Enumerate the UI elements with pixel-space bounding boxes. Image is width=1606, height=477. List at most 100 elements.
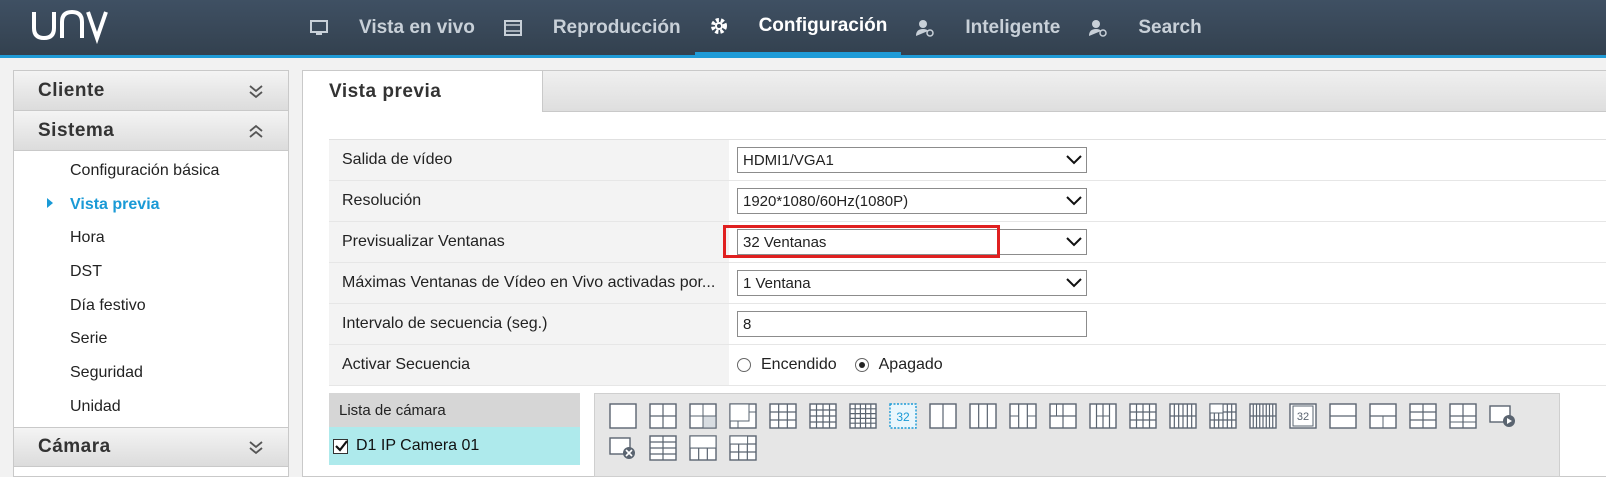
layout-3v-button[interactable] <box>963 400 1003 432</box>
double-chevron-up-icon <box>249 124 263 138</box>
layout-2x3-icon <box>1449 403 1477 429</box>
item-label: Configuración básica <box>70 161 220 179</box>
intervalo-secuencia-input[interactable] <box>737 311 1087 337</box>
layout-1-button[interactable] <box>603 400 643 432</box>
tab-vista-previa[interactable]: Vista previa <box>303 71 543 112</box>
layout-32-button[interactable]: 32 <box>883 400 923 432</box>
sidebar-section-camara[interactable]: Cámara <box>14 426 288 467</box>
sidebar-section-sistema[interactable]: Sistema <box>14 111 288 151</box>
encendido-radio[interactable]: Encendido <box>737 356 837 374</box>
layout-5v-button[interactable] <box>1163 400 1203 432</box>
nav-label: Configuración <box>758 15 888 36</box>
resolucion-select[interactable]: 1920*1080/60Hz(1080P) <box>737 188 1087 214</box>
layout-2p4-button[interactable] <box>1043 400 1083 432</box>
item-label: Hora <box>70 229 105 247</box>
sidebar-item-dia-festivo[interactable]: Día festivo <box>14 289 288 323</box>
sidebar-item-vista-previa[interactable]: Vista previa <box>14 188 288 222</box>
chevron-down-icon <box>1066 196 1082 206</box>
sequence-play-button[interactable] <box>1483 400 1523 432</box>
layout-1p4-icon <box>1009 403 1037 429</box>
section-label: Sistema <box>38 119 115 141</box>
section-label: Cliente <box>38 79 105 101</box>
layout-1p4-button[interactable] <box>1003 400 1043 432</box>
sequence-stop-button[interactable] <box>603 432 643 464</box>
layout-8-button[interactable] <box>723 400 763 432</box>
nav-label: Reproducción <box>552 16 681 38</box>
item-label: DST <box>70 262 102 280</box>
nav-inteligente[interactable]: Inteligente <box>901 0 1074 55</box>
sequence-stop-icon <box>609 437 635 459</box>
row-previsualizar-ventanas: Previsualizar Ventanas 32 Ventanas <box>329 222 1606 263</box>
layout-mixed-button[interactable] <box>1203 400 1243 432</box>
row-activar-secuencia: Activar Secuencia Encendido Apagado <box>329 345 1606 386</box>
sidebar-item-hora[interactable]: Hora <box>14 221 288 255</box>
layout-36-button[interactable] <box>1243 400 1283 432</box>
nav-reproduccion[interactable]: Reproducción <box>489 0 695 55</box>
layout-16-button[interactable] <box>803 400 843 432</box>
preview-settings-form: Salida de vídeo HDMI1/VGA1 Resolución 19… <box>329 139 1606 386</box>
layout-9-button[interactable] <box>763 400 803 432</box>
layout-pip-icon: 32 <box>1289 403 1317 429</box>
layout-6-icon <box>689 403 717 429</box>
layout-3h-button[interactable] <box>643 432 683 464</box>
layout-25-button[interactable] <box>843 400 883 432</box>
item-label: Día festivo <box>70 296 146 314</box>
layout-6r-icon <box>729 435 757 461</box>
double-chevron-down-icon <box>249 440 263 454</box>
sidebar-item-serie[interactable]: Serie <box>14 322 288 356</box>
item-label: Serie <box>70 330 108 348</box>
nav-configuracion[interactable]: Configuración <box>694 0 902 55</box>
layout-1p3-button[interactable] <box>683 432 723 464</box>
sidebar-item-configuracion-basica[interactable]: Configuración básica <box>14 154 288 188</box>
brand-logo <box>30 6 110 56</box>
layout-4-button[interactable] <box>643 400 683 432</box>
maximas-ventanas-select[interactable]: 1 Ventana <box>737 270 1087 296</box>
layout-2v-button[interactable] <box>923 400 963 432</box>
layout-2v-icon <box>929 403 957 429</box>
nav-vista-en-vivo[interactable]: Vista en vivo <box>295 0 489 55</box>
item-label: Unidad <box>70 397 121 415</box>
active-marker-icon <box>47 197 53 208</box>
layout-2x3-button[interactable] <box>1443 400 1483 432</box>
layout-5v-icon <box>1169 403 1197 429</box>
previsualizar-ventanas-select[interactable]: 32 Ventanas <box>737 229 1087 255</box>
layout-6r-button[interactable] <box>723 432 763 464</box>
row-salida-video: Salida de vídeo HDMI1/VGA1 <box>329 140 1606 181</box>
sidebar-item-dst[interactable]: DST <box>14 255 288 289</box>
layout-2h-button[interactable] <box>1323 400 1363 432</box>
field-label: Previsualizar Ventanas <box>329 222 729 262</box>
sistema-submenu: Configuración básica Vista previa Hora D… <box>14 151 288 427</box>
camera-list: Lista de cámara D1 IP Camera 01 <box>329 393 580 477</box>
row-maximas-ventanas: Máximas Ventanas de Vídeo en Vivo activa… <box>329 263 1606 304</box>
gear-icon <box>709 16 729 36</box>
layout-3x2-button[interactable] <box>1403 400 1443 432</box>
radio-circle <box>737 358 751 372</box>
main-nav: Vista en vivo Reproducción Configuración… <box>295 0 1216 55</box>
field-label: Resolución <box>329 181 729 221</box>
camera-list-item[interactable]: D1 IP Camera 01 <box>329 427 580 465</box>
apagado-radio[interactable]: Apagado <box>854 356 943 374</box>
sidebar-item-unidad[interactable]: Unidad <box>14 390 288 424</box>
layout-1p3-icon <box>689 435 717 461</box>
double-chevron-down-icon <box>249 84 263 98</box>
camera-checkbox[interactable] <box>333 438 348 454</box>
layout-pip-button[interactable]: 32 <box>1283 400 1323 432</box>
person-search-icon <box>915 18 935 38</box>
svg-text:32: 32 <box>1297 411 1309 423</box>
layout-32-icon: 32 <box>889 403 917 429</box>
salida-video-select[interactable]: HDMI1/VGA1 <box>737 147 1087 173</box>
sidebar-item-seguridad[interactable]: Seguridad <box>14 356 288 390</box>
section-label: Cámara <box>38 435 111 457</box>
select-value: 1920*1080/60Hz(1080P) <box>743 192 909 210</box>
layout-4v-button[interactable] <box>1083 400 1123 432</box>
nav-search[interactable]: Search <box>1074 0 1215 55</box>
layout-12-button[interactable] <box>1123 400 1163 432</box>
layout-6-button[interactable] <box>683 400 723 432</box>
tab-bar: Vista previa <box>303 71 1606 112</box>
select-value: 32 Ventanas <box>743 233 827 251</box>
layout-1p2h-button[interactable] <box>1363 400 1403 432</box>
layout-1-icon <box>609 403 637 429</box>
nav-label: Inteligente <box>965 16 1061 38</box>
layout-3v-icon <box>969 403 997 429</box>
sidebar-section-cliente[interactable]: Cliente <box>14 71 288 111</box>
